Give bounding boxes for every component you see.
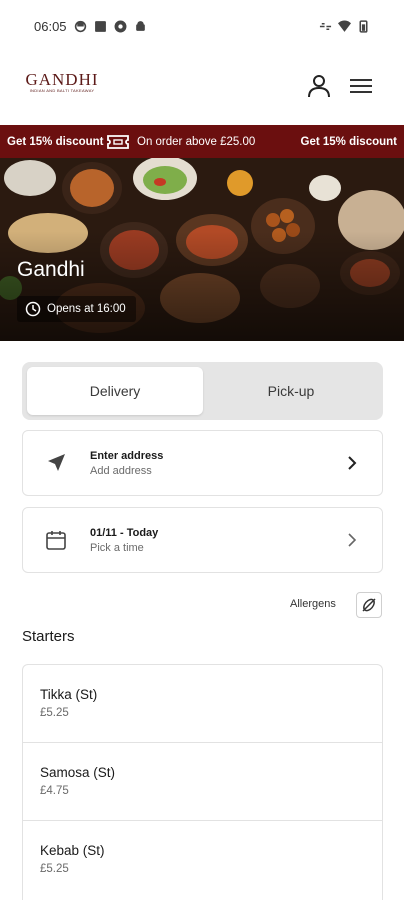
ticket-icon <box>107 134 129 149</box>
promo-text-middle: On order above £25.00 <box>137 135 256 148</box>
promo-banner: Get 15% discount On order above £25.00 G… <box>0 125 404 158</box>
header: GANDHI INDIAN AND BALTI TAKEAWAY <box>0 60 404 114</box>
promo-text-left: Get 15% discount <box>7 135 104 148</box>
restaurant-logo[interactable]: GANDHI INDIAN AND BALTI TAKEAWAY <box>24 70 100 93</box>
status-bar: 06:05 <box>0 0 404 52</box>
time-title: 01/11 - Today <box>90 527 159 539</box>
logo-title: GANDHI <box>25 70 99 89</box>
opening-time-badge: Opens at 16:00 <box>17 296 136 322</box>
wifi-icon <box>338 20 351 32</box>
notification-icon <box>114 20 127 32</box>
android-icon <box>135 20 145 31</box>
time-card[interactable]: 01/11 - Today Pick a time <box>22 507 383 573</box>
allergen-icon <box>362 598 376 612</box>
menu-item[interactable]: Kebab (St) £5.25 <box>23 821 382 899</box>
menu-item-price: £4.75 <box>40 785 69 797</box>
menu-item-name: Samosa (St) <box>40 765 116 780</box>
calendar-icon <box>46 531 66 550</box>
address-subtitle: Add address <box>90 465 152 477</box>
logo-subtitle: INDIAN AND BALTI TAKEAWAY <box>29 88 95 93</box>
promo-offer: On order above £25.00 <box>107 134 255 150</box>
menu-items-list: Tikka (St) £5.25 Samosa (St) £4.75 Kebab… <box>22 664 383 900</box>
link-icon <box>319 22 332 30</box>
menu-item-price: £5.25 <box>40 863 69 875</box>
clock-icon <box>25 301 41 317</box>
chevron-right-icon <box>348 456 357 470</box>
address-title: Enter address <box>90 450 164 462</box>
battery-icon <box>359 19 368 33</box>
menu-item-name: Tikka (St) <box>40 687 98 702</box>
allergens-button[interactable] <box>356 592 382 618</box>
opening-time-text: Opens at 16:00 <box>47 303 126 315</box>
hero-image: Gandhi Opens at 16:00 <box>0 158 404 341</box>
menu-item[interactable]: Tikka (St) £5.25 <box>23 665 382 743</box>
status-time: 06:05 <box>34 18 67 34</box>
pickup-option[interactable]: Pick-up <box>203 367 379 415</box>
section-title: Starters <box>22 628 75 645</box>
navigation-arrow-icon <box>48 454 65 471</box>
account-icon[interactable] <box>305 72 333 100</box>
menu-item[interactable]: Samosa (St) £4.75 <box>23 743 382 821</box>
address-card[interactable]: Enter address Add address <box>22 430 383 496</box>
notification-icon <box>94 20 106 32</box>
notification-icon <box>74 20 86 32</box>
menu-icon[interactable] <box>348 74 374 98</box>
restaurant-name: Gandhi <box>17 258 85 281</box>
time-subtitle: Pick a time <box>90 542 144 554</box>
delivery-option[interactable]: Delivery <box>27 367 203 415</box>
allergens-label: Allergens <box>290 598 336 610</box>
menu-item-price: £5.25 <box>40 707 69 719</box>
menu-item-name: Kebab (St) <box>40 843 105 858</box>
address-text: Enter address Add address <box>90 449 163 480</box>
order-mode-toggle: Delivery Pick-up <box>22 362 383 420</box>
promo-text-right: Get 15% discount <box>300 135 398 148</box>
chevron-right-icon <box>348 533 357 547</box>
time-text: 01/11 - Today Pick a time <box>90 526 158 557</box>
